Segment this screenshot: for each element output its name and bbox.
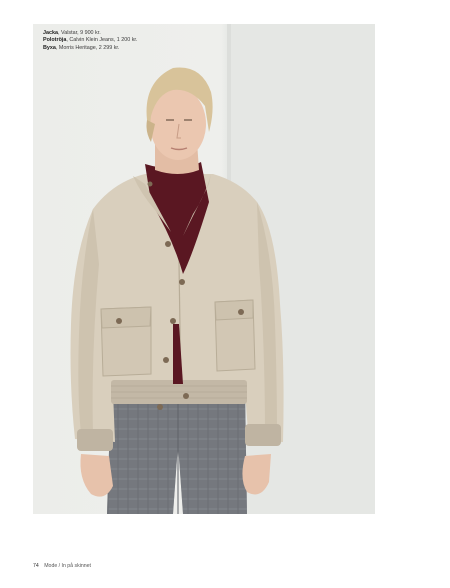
page-number: 74 bbox=[33, 563, 39, 569]
section-title: Mode / In på skinnet bbox=[44, 563, 91, 569]
page-footer: 74 Mode / In på skinnet bbox=[33, 563, 91, 569]
model-illustration bbox=[70, 24, 375, 514]
credit-line-trousers: Byxa, Morris Heritage, 2 299 kr. bbox=[43, 44, 120, 51]
fashion-photo: Jacka, Valstar, 9 900 kr. Polotröja, Cal… bbox=[33, 24, 375, 514]
credit-line-turtleneck: Polotröja, Calvin Klein Jeans, 1 200 kr. bbox=[43, 37, 138, 44]
product-credits: Jacka, Valstar, 9 900 kr. Polotröja, Cal… bbox=[43, 30, 137, 52]
credit-line-jacket: Jacka, Valstar, 9 900 kr. bbox=[43, 30, 101, 36]
